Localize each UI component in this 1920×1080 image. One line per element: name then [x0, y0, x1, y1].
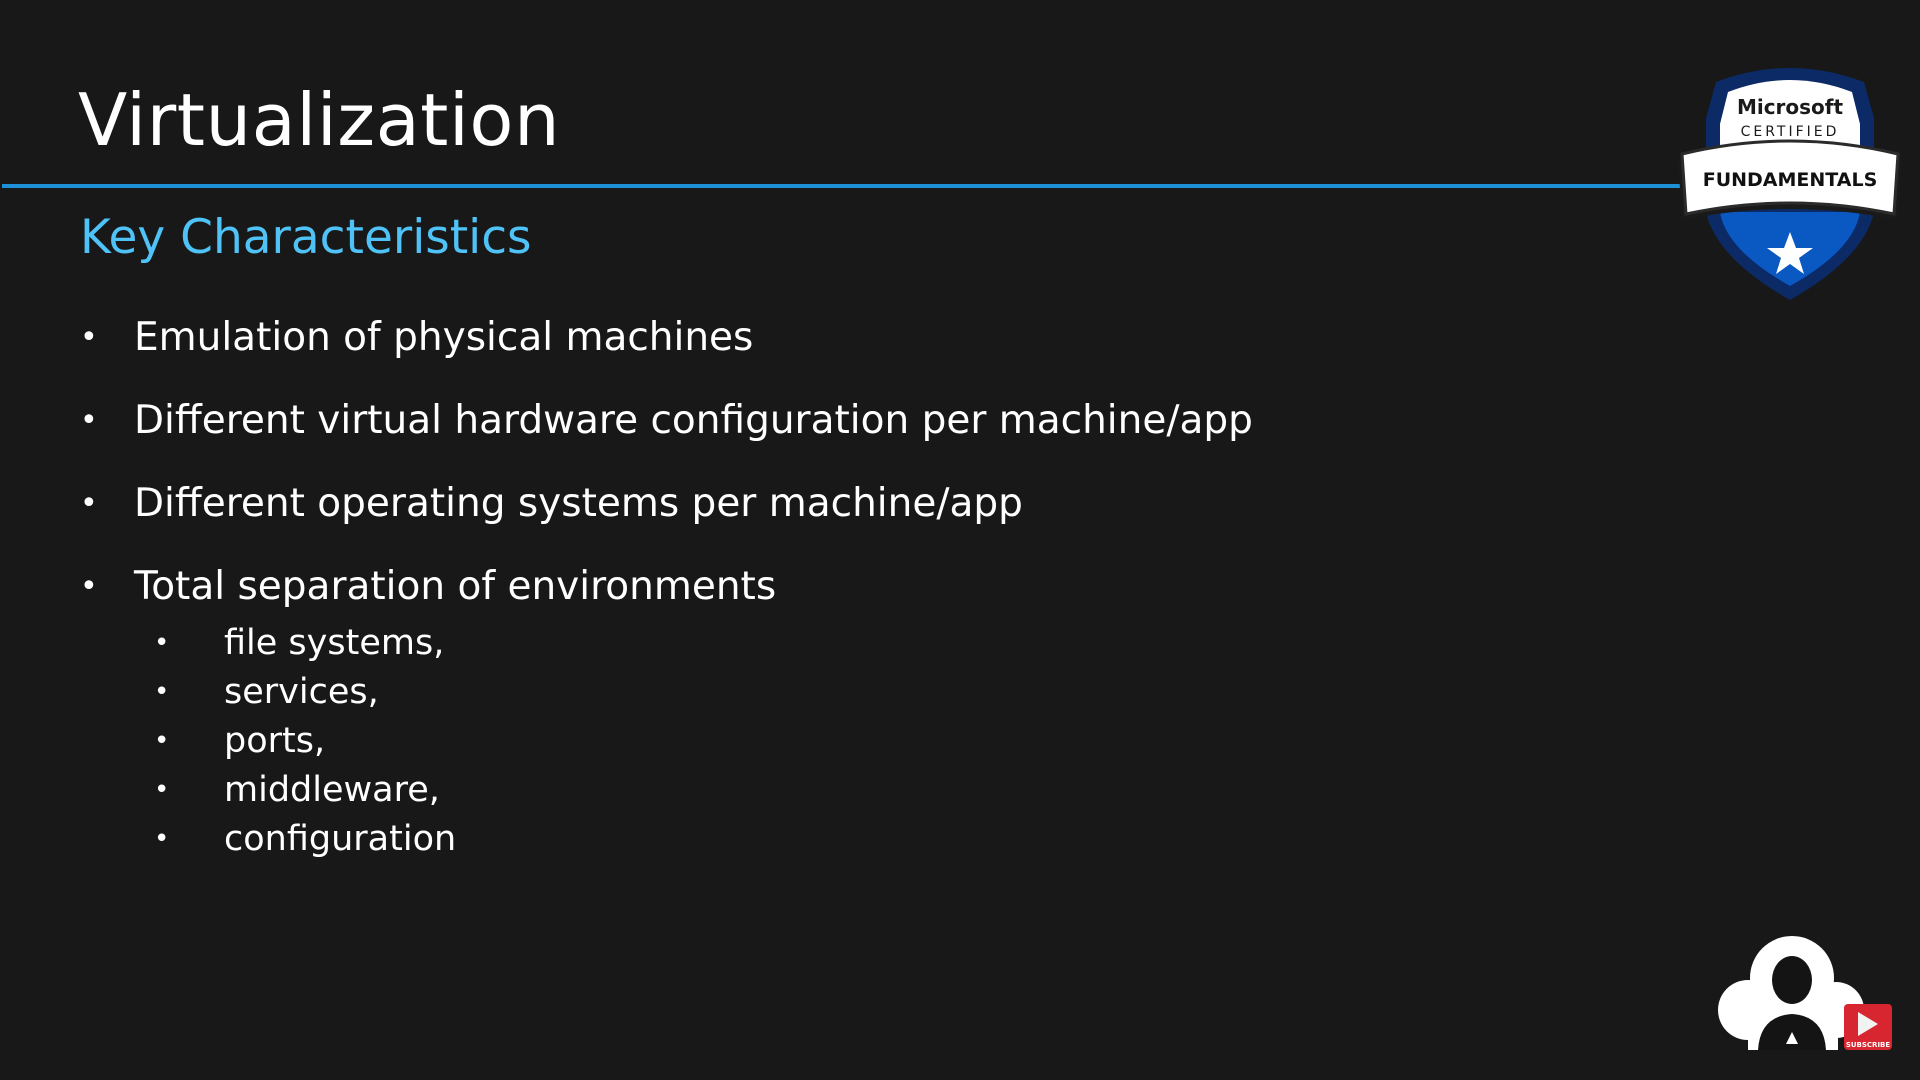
certification-badge: Microsoft CERTIFIED FUNDAMENTALS [1678, 68, 1902, 300]
sub-bullet-dot: • [154, 677, 170, 707]
sub-bullet-dot: • [154, 824, 170, 854]
slide: Virtualization Key Characteristics • Emu… [0, 0, 1920, 1080]
bullet-dot: • [80, 320, 98, 355]
bullet-dot: • [80, 486, 98, 521]
sub-bullet-text: configuration [224, 819, 457, 859]
title-divider [2, 184, 1682, 188]
slide-title: Virtualization [78, 78, 561, 162]
bullet-text: Total separation of environments [134, 564, 777, 609]
sub-bullet-text: ports, [224, 721, 326, 761]
badge-certified-text: CERTIFIED [1741, 124, 1840, 140]
sub-bullet-item: • middleware, [154, 766, 1253, 815]
channel-logo: SUBSCRIBE [1718, 936, 1892, 1050]
bullet-item: • Emulation of physical machines [80, 315, 1253, 360]
sub-bullet-item: • ports, [154, 717, 1253, 766]
sub-bullet-dot: • [154, 726, 170, 756]
bullet-list: • Emulation of physical machines • Diffe… [80, 315, 1253, 902]
bullet-item: • Total separation of environments • fil… [80, 564, 1253, 864]
sub-bullet-dot: • [154, 628, 170, 658]
bullet-item: • Different operating systems per machin… [80, 481, 1253, 526]
bullet-dot: • [80, 569, 98, 604]
bullet-text: Emulation of physical machines [134, 315, 754, 360]
subscribe-button[interactable]: SUBSCRIBE [1844, 1004, 1892, 1050]
sub-bullet-text: middleware, [224, 770, 440, 810]
slide-subtitle: Key Characteristics [80, 210, 532, 265]
bullet-item: • Different virtual hardware configurati… [80, 398, 1253, 443]
sub-bullet-item: • file systems, [154, 619, 1253, 668]
badge-brand-text: Microsoft [1737, 95, 1844, 119]
subscribe-label: SUBSCRIBE [1846, 1041, 1891, 1049]
sub-bullet-list: • file systems, • services, • ports, • m… [134, 619, 1253, 864]
cloud-avatar-icon [1718, 936, 1864, 1050]
sub-bullet-dot: • [154, 775, 170, 805]
bullet-text: Different operating systems per machine/… [134, 481, 1023, 526]
badge-level-text: FUNDAMENTALS [1703, 169, 1878, 191]
bullet-dot: • [80, 403, 98, 438]
bullet-text: Different virtual hardware configuration… [134, 398, 1253, 443]
sub-bullet-item: • services, [154, 668, 1253, 717]
sub-bullet-text: file systems, [224, 623, 445, 663]
sub-bullet-item: • configuration [154, 815, 1253, 864]
sub-bullet-text: services, [224, 672, 379, 712]
